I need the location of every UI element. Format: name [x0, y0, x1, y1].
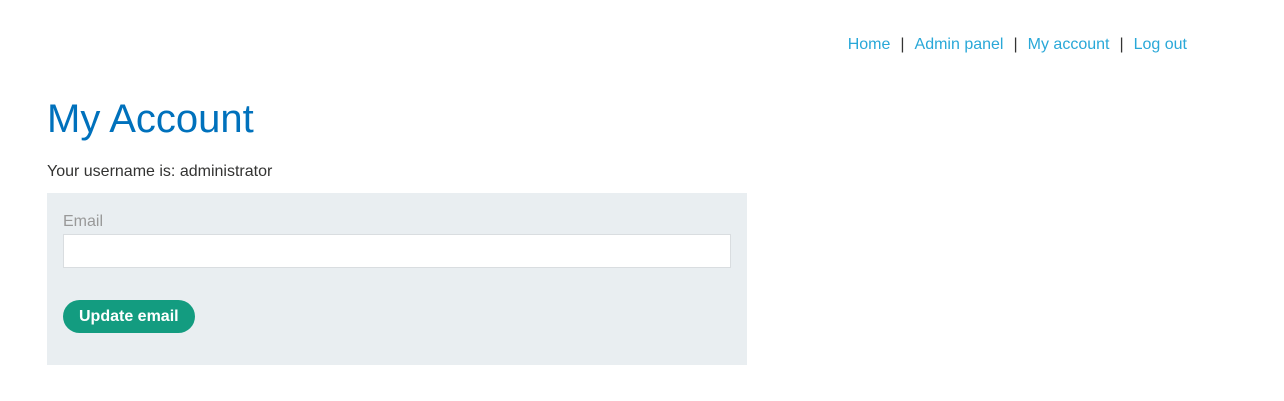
update-email-form: Email Update email: [47, 193, 747, 365]
nav-link-my-account[interactable]: My account: [1028, 35, 1110, 55]
page: Home | Admin panel | My account | Log ou…: [0, 0, 1284, 401]
nav-separator: |: [1119, 36, 1124, 53]
email-label: Email: [63, 213, 104, 230]
nav-link-log-out[interactable]: Log out: [1134, 35, 1187, 55]
nav-link-admin-panel[interactable]: Admin panel: [915, 35, 1004, 55]
username-text: Your username is: administrator: [47, 163, 273, 180]
nav-link-home[interactable]: Home: [848, 35, 891, 55]
top-navigation: Home | Admin panel | My account | Log ou…: [848, 35, 1187, 55]
nav-separator: |: [1013, 36, 1018, 53]
email-input[interactable]: [63, 234, 731, 268]
page-title: My Account: [47, 97, 254, 141]
update-email-button[interactable]: Update email: [63, 300, 195, 333]
nav-separator: |: [900, 36, 905, 53]
